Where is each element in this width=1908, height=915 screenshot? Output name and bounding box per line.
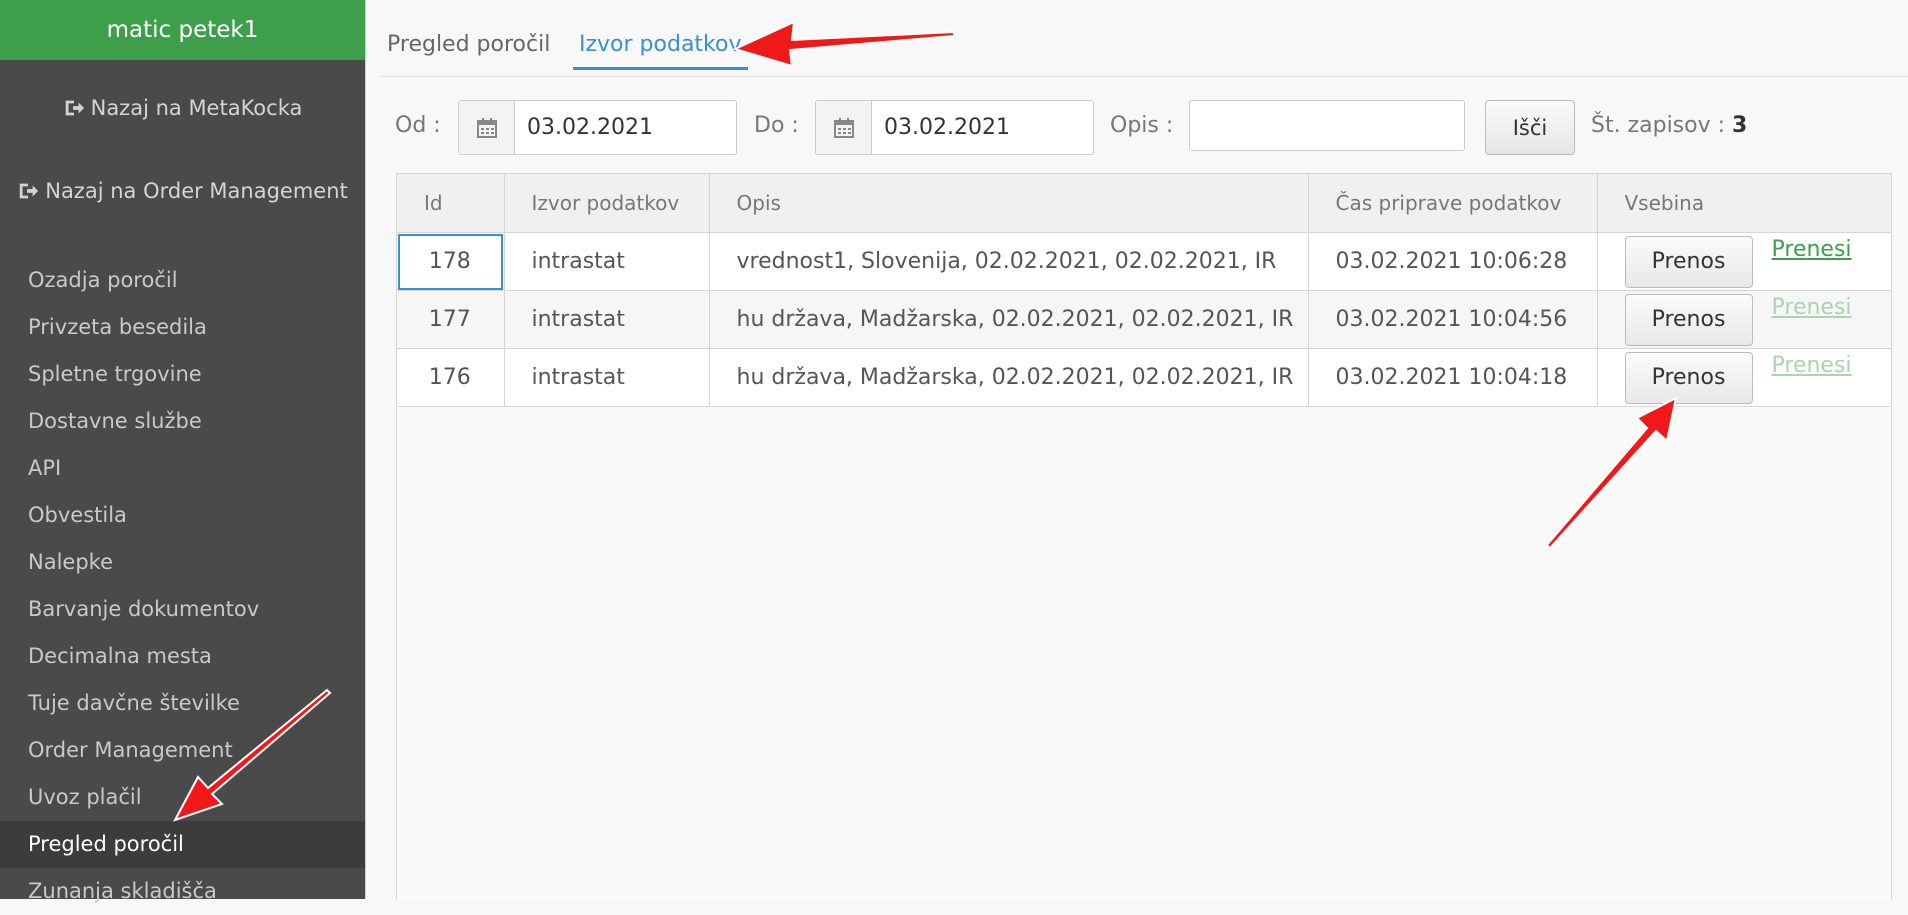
prenos-button[interactable]: Prenos [1624, 293, 1753, 346]
sidebar-item-decimalna-mesta[interactable]: Decimalna mesta [0, 633, 365, 680]
table-row[interactable]: 178 intrastat vrednost1, Slovenija, 02.0… [397, 232, 1891, 291]
sidebar-item-uvoz-placil[interactable]: Uvoz plačil [0, 774, 365, 821]
sidebar-item-nalepke[interactable]: Nalepke [0, 539, 365, 586]
sign-out-icon [65, 100, 84, 116]
sidebar-item-api[interactable]: API [0, 445, 365, 492]
column-header-source[interactable]: Izvor podatkov [504, 174, 710, 233]
sidebar-item-barvanje-dokumentov[interactable]: Barvanje dokumentov [0, 586, 365, 633]
back-to-order-management-link[interactable]: Nazaj na Order Management [0, 171, 365, 211]
cell-description[interactable]: hu država, Madžarska, 02.02.2021, 02.02.… [709, 348, 1309, 407]
sidebar-item-order-management[interactable]: Order Management [0, 727, 365, 774]
tab-pregled-porocil[interactable]: Pregled poročil [381, 32, 556, 67]
prenesi-link[interactable]: Prenesi [1772, 237, 1852, 262]
cell-description[interactable]: hu država, Madžarska, 02.02.2021, 02.02.… [709, 290, 1309, 349]
cell-id[interactable]: 177 [397, 290, 505, 349]
cell-content: Prenos Prenesi [1597, 232, 1891, 291]
tab-izvor-podatkov[interactable]: Izvor podatkov [573, 32, 748, 70]
user-name[interactable]: matic petek1 [0, 0, 365, 60]
sidebar-item-privzeta-besedila[interactable]: Privzeta besedila [0, 304, 365, 351]
sidebar-divider [365, 0, 366, 899]
column-header-time[interactable]: Čas priprave podatkov [1308, 174, 1598, 233]
column-header-id[interactable]: Id [397, 174, 505, 233]
from-date-label: Od : [395, 113, 441, 138]
to-date-label: Do : [754, 113, 799, 138]
sidebar: matic petek1 Nazaj na MetaKocka Nazaj na… [0, 0, 365, 903]
sidebar-item-spletne-trgovine[interactable]: Spletne trgovine [0, 351, 365, 398]
cell-source[interactable]: intrastat [504, 348, 710, 407]
search-button[interactable]: Išči [1485, 100, 1575, 155]
calendar-icon[interactable] [816, 101, 872, 154]
cell-source[interactable]: intrastat [504, 290, 710, 349]
cell-content: Prenos Prenesi [1597, 290, 1891, 349]
record-count: Št. zapisov : 3 [1591, 113, 1747, 138]
prenesi-link[interactable]: Prenesi [1772, 295, 1852, 320]
cell-time[interactable]: 03.02.2021 10:04:18 [1308, 348, 1598, 407]
back-to-order-management-label: Nazaj na Order Management [45, 179, 348, 203]
tab-bar: Pregled poročil Izvor podatkov [381, 24, 1908, 77]
record-count-label: Št. zapisov : [1591, 113, 1726, 138]
table-row[interactable]: 177 intrastat hu država, Madžarska, 02.0… [397, 290, 1891, 349]
cell-content: Prenos Prenesi [1597, 348, 1891, 407]
sign-out-icon [19, 183, 39, 199]
description-label: Opis : [1110, 113, 1174, 138]
to-date-value: 03.02.2021 [884, 115, 1010, 140]
cell-time[interactable]: 03.02.2021 10:06:28 [1308, 232, 1598, 291]
sidebar-item-tuje-davcne-stevilke[interactable]: Tuje davčne številke [0, 680, 365, 727]
sidebar-item-dostavne-sluzbe[interactable]: Dostavne službe [0, 398, 365, 445]
to-date-field[interactable]: 03.02.2021 [815, 100, 1094, 155]
sidebar-item-obvestila[interactable]: Obvestila [0, 492, 365, 539]
description-input[interactable] [1189, 100, 1465, 151]
back-to-metakocka-label: Nazaj na MetaKocka [90, 96, 303, 120]
cell-description[interactable]: vrednost1, Slovenija, 02.02.2021, 02.02.… [709, 232, 1309, 291]
cell-time[interactable]: 03.02.2021 10:04:56 [1308, 290, 1598, 349]
data-grid: Id Izvor podatkov Opis Čas priprave poda… [396, 173, 1892, 900]
prenos-button[interactable]: Prenos [1624, 351, 1753, 404]
cell-source[interactable]: intrastat [504, 232, 710, 291]
from-date-field[interactable]: 03.02.2021 [458, 100, 737, 155]
table-row[interactable]: 176 intrastat hu država, Madžarska, 02.0… [397, 348, 1891, 407]
calendar-icon[interactable] [459, 101, 515, 154]
cell-id[interactable]: 178 [397, 232, 505, 291]
sidebar-item-zunanja-skladisca[interactable]: Zunanja skladišča [0, 868, 365, 915]
prenos-button[interactable]: Prenos [1624, 235, 1753, 288]
sidebar-menu: Ozadja poročil Privzeta besedila Spletne… [0, 257, 365, 915]
back-to-metakocka-link[interactable]: Nazaj na MetaKocka [0, 88, 365, 128]
prenesi-link[interactable]: Prenesi [1772, 353, 1852, 378]
sidebar-item-ozadja-porocil[interactable]: Ozadja poročil [0, 257, 365, 304]
from-date-value: 03.02.2021 [527, 115, 653, 140]
column-header-content[interactable]: Vsebina [1597, 174, 1891, 233]
record-count-value: 3 [1732, 113, 1748, 138]
sidebar-item-pregled-porocil[interactable]: Pregled poročil [0, 821, 365, 868]
column-header-description[interactable]: Opis [709, 174, 1309, 233]
cell-id[interactable]: 176 [397, 348, 505, 407]
